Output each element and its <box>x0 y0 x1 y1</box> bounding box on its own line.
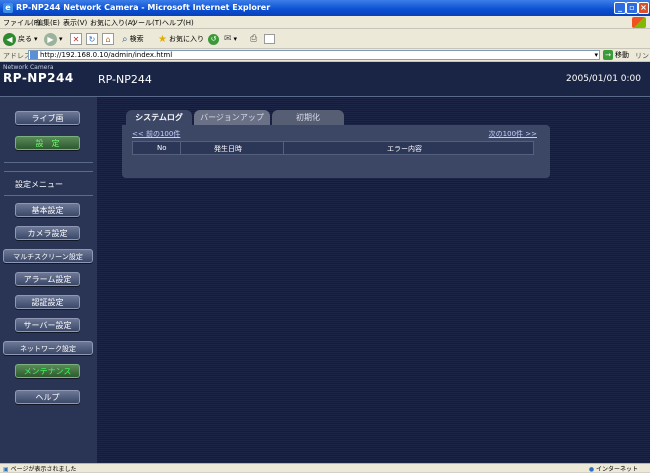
mail-button[interactable]: ✉ ▾ <box>224 32 237 46</box>
menu-view[interactable]: 表示(V) <box>63 18 87 28</box>
address-bar: アドレス(D) http://192.168.0.10/admin/index.… <box>0 49 650 70</box>
menu-favorites[interactable]: お気に入り(A) <box>90 18 135 28</box>
product-model: RP-NP244 <box>3 71 74 85</box>
stop-button[interactable]: ✕ <box>70 32 82 46</box>
live-view-button[interactable]: ライブ画 <box>15 111 80 125</box>
menu-help[interactable]: ヘルプ(H) <box>162 18 194 28</box>
sidebar-divider <box>4 195 93 196</box>
column-error: エラー内容 <box>387 145 422 153</box>
sidebar-divider <box>4 162 93 163</box>
back-button[interactable]: ◀ 戻る ▾ <box>3 32 38 46</box>
window-titlebar: e RP-NP244 Network Camera - Microsoft In… <box>0 0 650 16</box>
camera-datetime: 2005/01/01 0:00 <box>566 74 641 84</box>
home-button[interactable]: ⌂ <box>102 32 114 46</box>
home-icon: ⌂ <box>102 33 114 45</box>
go-arrow-icon: → <box>603 50 613 60</box>
column-no: No <box>157 144 167 152</box>
history-button[interactable]: ↺ <box>208 32 219 46</box>
refresh-icon: ↻ <box>86 33 98 45</box>
menu-edit[interactable]: 編集(E) <box>36 18 60 28</box>
edit-icon <box>264 34 275 44</box>
refresh-button[interactable]: ↻ <box>86 32 98 46</box>
tab-initialize[interactable]: 初期化 <box>272 110 344 125</box>
ie-icon: e <box>3 3 13 13</box>
toolbar: ◀ 戻る ▾ ▶ ▾ ✕ ↻ ⌂ ⌕ 検索 ★ お気に入り ↺ ✉ ▾ ⎙ <box>0 29 650 49</box>
camera-page: Network Camera RP-NP244 RP-NP244 2005/01… <box>0 62 650 463</box>
windows-logo-icon <box>632 17 646 28</box>
page-header: Network Camera RP-NP244 RP-NP244 2005/01… <box>0 62 650 96</box>
menu-tools[interactable]: ツール(T) <box>131 18 162 28</box>
stop-icon: ✕ <box>70 33 82 45</box>
header-divider <box>0 96 650 97</box>
print-icon: ⎙ <box>250 34 258 44</box>
settings-button[interactable]: 設 定 <box>15 136 80 150</box>
sidebar-item-alarm[interactable]: アラーム設定 <box>15 272 80 286</box>
favorites-button[interactable]: ★ お気に入り <box>158 32 204 46</box>
minimize-button[interactable]: _ <box>614 2 626 14</box>
page-icon <box>30 51 38 59</box>
sidebar-item-help[interactable]: ヘルプ <box>15 390 80 404</box>
tab-version-up[interactable]: バージョンアップ <box>194 110 270 125</box>
history-icon: ↺ <box>208 33 219 45</box>
go-button[interactable]: → 移動 <box>603 50 629 60</box>
edit-button[interactable] <box>264 32 275 46</box>
product-subtitle: Network Camera <box>3 64 54 71</box>
column-datetime: 発生日時 <box>214 145 242 153</box>
window-title: RP-NP244 Network Camera - Microsoft Inte… <box>16 3 271 12</box>
sidebar-divider <box>4 171 93 172</box>
sidebar-item-maintenance[interactable]: メンテナンス <box>15 364 80 378</box>
address-input[interactable]: http://192.168.0.10/admin/index.html ▾ <box>28 50 600 60</box>
forward-button[interactable]: ▶ ▾ <box>44 32 63 46</box>
sidebar-item-server[interactable]: サーバー設定 <box>15 318 80 332</box>
status-bar: ▣ ページが表示されました ● インターネット <box>0 463 650 473</box>
search-button[interactable]: ⌕ 検索 <box>122 32 144 46</box>
system-log-panel: << 前の100件 次の100件 >> No 発生日時 エラー内容 <box>122 125 550 178</box>
log-table-header: No 発生日時 エラー内容 <box>132 141 534 155</box>
address-dropdown-icon[interactable]: ▾ <box>594 51 598 59</box>
sidebar-item-basic[interactable]: 基本設定 <box>15 203 80 217</box>
sidebar-item-multiscreen[interactable]: マルチスクリーン設定 <box>3 249 93 263</box>
next-100-link[interactable]: 次の100件 >> <box>489 129 537 139</box>
prev-100-link[interactable]: << 前の100件 <box>132 129 180 139</box>
sidebar-item-auth[interactable]: 認証設定 <box>15 295 80 309</box>
camera-name: RP-NP244 <box>98 73 152 86</box>
print-button[interactable]: ⎙ <box>250 32 257 46</box>
mail-icon: ✉ <box>224 34 232 44</box>
star-icon: ★ <box>158 33 167 45</box>
settings-menu-title: 設定メニュー <box>15 180 63 189</box>
forward-arrow-icon: ▶ <box>44 32 57 46</box>
menu-file[interactable]: ファイル(F) <box>3 18 41 28</box>
menu-bar: ファイル(F) 編集(E) 表示(V) お気に入り(A) ツール(T) ヘルプ(… <box>0 16 650 29</box>
maximize-button[interactable]: ▫ <box>626 2 638 14</box>
close-button[interactable]: × <box>638 2 649 14</box>
sidebar-item-camera[interactable]: カメラ設定 <box>15 226 80 240</box>
sidebar: ライブ画 設 定 設定メニュー 基本設定 カメラ設定 マルチスクリーン設定 アラ… <box>0 97 97 463</box>
search-icon: ⌕ <box>122 33 128 45</box>
sidebar-item-network[interactable]: ネットワーク設定 <box>3 341 93 355</box>
tab-system-log[interactable]: システムログ <box>126 110 192 125</box>
back-arrow-icon: ◀ <box>3 32 16 46</box>
